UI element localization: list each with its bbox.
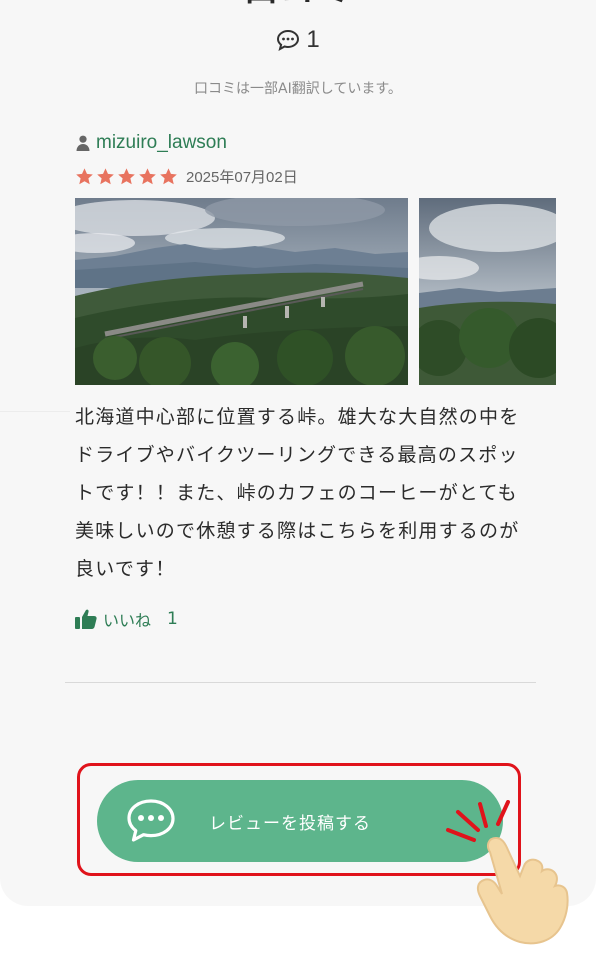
review-photo[interactable] xyxy=(75,198,408,385)
comment-count-row: 1 xyxy=(0,26,596,54)
star-icon xyxy=(118,168,135,185)
review-text: 北海道中心部に位置する峠。雄大な大自然の中をドライブやバイクツーリングできる最高… xyxy=(75,406,520,580)
reviewer-row[interactable]: mizuiro_lawson xyxy=(76,132,227,154)
star-icon xyxy=(139,168,156,185)
star-icon xyxy=(97,168,114,185)
section-title: 口コミ xyxy=(0,0,596,10)
star-rating xyxy=(75,167,178,186)
reviewer-username[interactable]: mizuiro_lawson xyxy=(96,132,227,154)
review-photos[interactable] xyxy=(75,198,556,385)
comment-count: 1 xyxy=(306,26,320,53)
star-icon xyxy=(160,168,177,185)
user-icon xyxy=(76,135,90,151)
like-button[interactable]: いいね 1 xyxy=(75,607,178,631)
pointing-hand-icon xyxy=(446,800,569,945)
star-icon xyxy=(76,168,93,185)
like-label: いいね xyxy=(103,611,152,630)
review-date: 2025年07月02日 xyxy=(186,169,298,186)
post-review-label: レビューを投稿する xyxy=(209,813,371,834)
like-count: 1 xyxy=(167,609,178,629)
divider xyxy=(65,682,536,683)
rating-row: 2025年07月02日 xyxy=(75,166,298,187)
review-photo[interactable] xyxy=(419,198,556,385)
thumbs-up-icon xyxy=(75,609,97,629)
translation-note: 口コミは一部AI翻訳しています。 xyxy=(194,81,402,97)
comment-icon xyxy=(277,29,300,51)
divider xyxy=(0,411,70,412)
